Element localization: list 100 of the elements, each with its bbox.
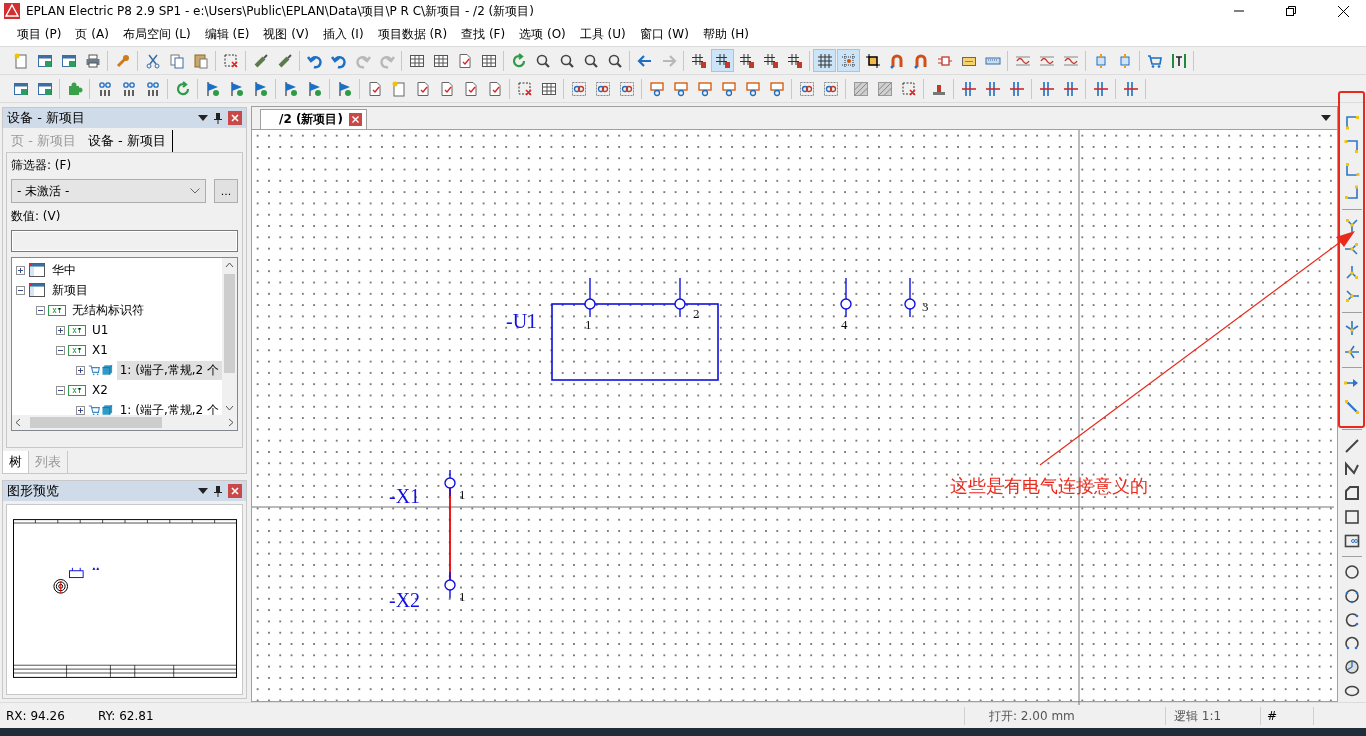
expand-button[interactable] bbox=[76, 365, 85, 375]
scrollbar[interactable] bbox=[222, 258, 237, 415]
filter-dropdown[interactable]: - 未激活 - bbox=[11, 179, 206, 203]
pin-icon[interactable] bbox=[214, 112, 222, 124]
terminal-part-icon bbox=[88, 363, 114, 377]
pie-icon bbox=[1344, 659, 1360, 676]
table-icon bbox=[408, 52, 425, 69]
selection-icon bbox=[900, 80, 917, 97]
connector-icon bbox=[720, 80, 737, 97]
restore-icon bbox=[1286, 6, 1296, 16]
expand-button[interactable] bbox=[16, 265, 25, 275]
connection-point bbox=[840, 277, 852, 318]
status-text: RX: 94.26 bbox=[5, 707, 66, 725]
tree-item[interactable]: X2 bbox=[89, 382, 111, 398]
zoom-icon bbox=[606, 52, 623, 69]
menu-item[interactable]: 选项 (O) bbox=[512, 23, 573, 45]
tree-item[interactable]: 无结构标识符 bbox=[69, 300, 147, 320]
arrow-left-icon bbox=[636, 52, 653, 69]
connection-point bbox=[584, 277, 596, 318]
menu-item[interactable]: 项目 (P) bbox=[10, 23, 69, 45]
tee-icon bbox=[1344, 288, 1360, 305]
document-icon bbox=[456, 52, 473, 69]
document-icon bbox=[462, 80, 479, 97]
menu-item[interactable]: 项目数据 (R) bbox=[370, 23, 455, 45]
filter-label: 筛选器: (F) bbox=[11, 157, 73, 174]
close-button[interactable] bbox=[228, 484, 242, 498]
tee-icon bbox=[1344, 264, 1360, 281]
tree-item[interactable]: 1: (端子,常规,2 个 bbox=[116, 360, 222, 380]
rings-icon bbox=[570, 80, 587, 97]
connector-icon bbox=[672, 80, 689, 97]
tee-icon bbox=[1344, 217, 1360, 234]
toolbar-button[interactable] bbox=[711, 49, 734, 72]
status-text: RY: 62.81 bbox=[97, 707, 155, 725]
close-icon bbox=[231, 487, 239, 495]
status-text: 打开: 2.00 mm bbox=[964, 706, 1165, 725]
flag-icon bbox=[336, 80, 353, 97]
rectangle-icon bbox=[1344, 508, 1360, 525]
panel-title: 设备 - 新项目 bbox=[7, 109, 86, 127]
rings-icon bbox=[618, 80, 635, 97]
hatch-icon bbox=[852, 80, 869, 97]
app-logo-icon bbox=[4, 3, 20, 19]
close-button[interactable] bbox=[228, 111, 242, 125]
scrollbar[interactable] bbox=[12, 415, 237, 430]
selection-icon bbox=[222, 52, 239, 69]
identifier-icon bbox=[68, 344, 86, 356]
hash-icon bbox=[762, 52, 779, 69]
annotation-text: 这些是有电气连接意义的 bbox=[950, 474, 1148, 498]
device-tag: -U1 bbox=[506, 310, 538, 332]
collapse-button[interactable] bbox=[16, 285, 25, 295]
frame-icon bbox=[1170, 52, 1187, 69]
minimize-icon bbox=[1234, 10, 1244, 12]
hash-icon bbox=[690, 52, 707, 69]
document-tab[interactable]: /2 (新项目) bbox=[260, 109, 367, 129]
menu-item[interactable]: 视图 (V) bbox=[256, 23, 316, 45]
expand-button[interactable] bbox=[56, 325, 65, 335]
close-button[interactable] bbox=[348, 113, 362, 126]
menu-item[interactable]: 窗口 (W) bbox=[632, 23, 696, 45]
cart-icon bbox=[1146, 52, 1163, 69]
chevron-right-icon[interactable] bbox=[227, 418, 235, 427]
collapse-button[interactable] bbox=[56, 385, 65, 395]
refresh-icon bbox=[174, 80, 191, 97]
toolbar-button[interactable] bbox=[813, 49, 836, 72]
dropdown-icon[interactable] bbox=[198, 488, 208, 494]
pin-icon[interactable] bbox=[214, 485, 222, 497]
brush-icon bbox=[276, 52, 293, 69]
collapse-button[interactable] bbox=[56, 345, 65, 355]
window-icon bbox=[36, 80, 53, 97]
pin-label: 3 bbox=[922, 299, 929, 314]
menu-item[interactable]: 查找 (F) bbox=[454, 23, 513, 45]
browse-button[interactable]: ... bbox=[214, 179, 238, 203]
hash-icon bbox=[786, 52, 803, 69]
view-tab[interactable]: 树 bbox=[3, 451, 29, 473]
menu-item[interactable]: 页 (A) bbox=[68, 23, 116, 45]
tree-item[interactable]: X1 bbox=[89, 342, 111, 358]
table-icon bbox=[480, 52, 497, 69]
dropdown-icon[interactable] bbox=[1321, 115, 1331, 121]
page-icon bbox=[12, 52, 29, 69]
tree-item[interactable]: 新项目 bbox=[49, 280, 91, 300]
lines-icon bbox=[1092, 80, 1109, 97]
connection-point bbox=[674, 277, 686, 318]
tree-item[interactable]: U1 bbox=[89, 322, 112, 338]
menu-item[interactable]: 帮助 (H) bbox=[695, 23, 756, 45]
menu-item[interactable]: 布局空间 (L) bbox=[115, 23, 198, 45]
tree-item[interactable]: 1: (端子,常规,2 个 bbox=[116, 400, 222, 415]
collapse-button[interactable] bbox=[36, 305, 45, 315]
tree-item[interactable]: 华中 bbox=[49, 260, 79, 280]
paste-icon bbox=[192, 52, 209, 69]
value-field[interactable] bbox=[11, 230, 238, 252]
menu-item[interactable]: 编辑 (E) bbox=[197, 23, 257, 45]
dropdown-icon[interactable] bbox=[198, 115, 208, 121]
copy-icon bbox=[168, 52, 185, 69]
device-tag: -X2 bbox=[389, 589, 421, 611]
connection-point bbox=[444, 469, 456, 497]
menu-item[interactable]: 工具 (U) bbox=[572, 23, 633, 45]
menu-item[interactable]: 插入 (I) bbox=[315, 23, 371, 45]
expand-button[interactable] bbox=[76, 405, 85, 415]
zoom-icon bbox=[582, 52, 599, 69]
pin-label: 1 bbox=[459, 487, 466, 502]
lines-icon bbox=[984, 80, 1001, 97]
chevron-left-icon[interactable] bbox=[14, 418, 22, 427]
